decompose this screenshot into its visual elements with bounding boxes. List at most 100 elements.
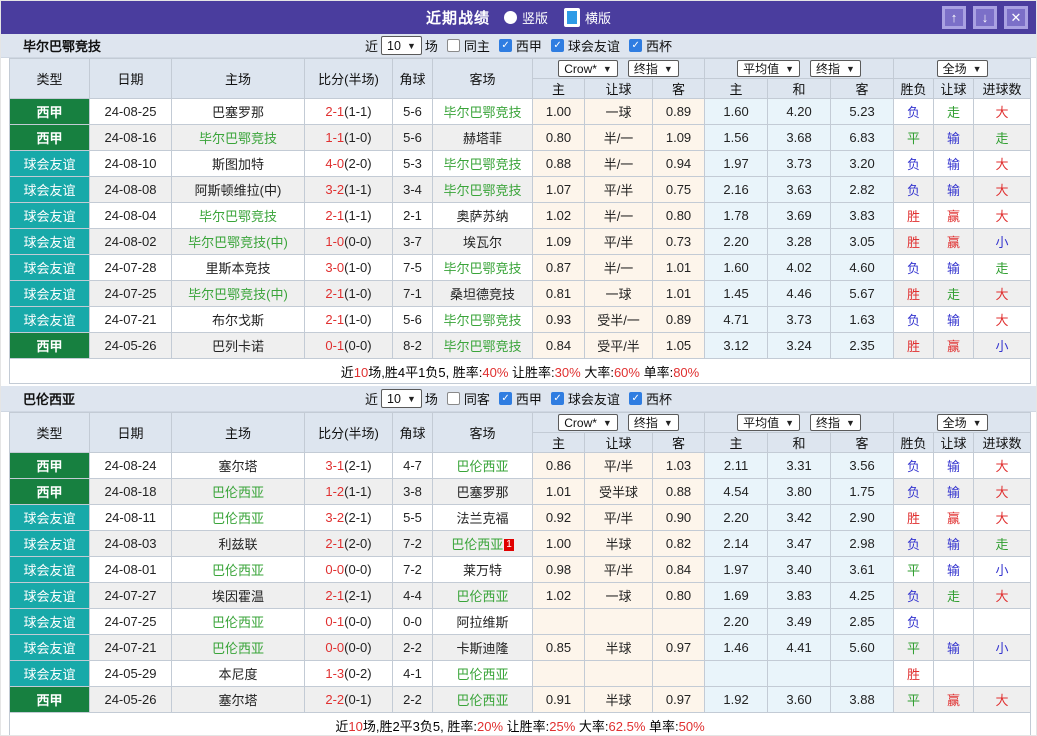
handicap-odds-home: 0.81 bbox=[532, 280, 585, 307]
handicap-odds-away: 0.97 bbox=[651, 634, 706, 661]
goals-result-marker: 大 bbox=[973, 98, 1032, 125]
radio-horizontal-layout[interactable]: 横版 bbox=[564, 8, 611, 27]
away-team: 埃瓦尔 bbox=[432, 228, 533, 255]
result-marker: 平 bbox=[893, 124, 935, 151]
recent-results-panel: 近期战绩 竖版 横版 ↑ ↓ ✕ 毕尔巴鄂竞技 近 10▼ 场 同主 西甲 bbox=[0, 0, 1037, 736]
match-date: 24-07-25 bbox=[89, 608, 172, 635]
avg-odds-draw: 3.68 bbox=[767, 124, 832, 151]
handicap-result-marker bbox=[933, 660, 975, 687]
avg-odds-away: 2.85 bbox=[830, 608, 895, 635]
average-final-select[interactable]: 终指 ▼ bbox=[810, 414, 861, 431]
handicap-line: 一球 bbox=[584, 98, 653, 125]
summary-stat-value: 50% bbox=[678, 718, 705, 734]
col-date: 日期 bbox=[89, 58, 172, 99]
odds-final-select[interactable]: 终指 ▼ bbox=[627, 414, 679, 431]
handicap-odds-away bbox=[651, 660, 706, 687]
home-team: 巴伦西亚 bbox=[171, 504, 305, 531]
away-team: 巴伦西亚 bbox=[432, 452, 533, 479]
average-select[interactable]: 平均值 ▼ bbox=[737, 414, 801, 431]
handicap-odds-home: 0.92 bbox=[532, 504, 585, 531]
scope-select[interactable]: 全场 ▼ bbox=[936, 60, 988, 77]
match-date: 24-08-11 bbox=[89, 504, 172, 531]
odds-company-select[interactable]: Crow* ▼ bbox=[558, 60, 618, 77]
avg-odds-away: 3.61 bbox=[830, 556, 895, 583]
move-down-button[interactable]: ↓ bbox=[973, 6, 997, 29]
avg-odds-home: 1.78 bbox=[704, 202, 769, 229]
match-type-badge: 西甲 bbox=[9, 478, 90, 505]
handicap-result-marker: 输 bbox=[933, 530, 975, 557]
avg-odds-away: 3.88 bbox=[830, 686, 895, 713]
goals-result-marker: 走 bbox=[973, 124, 1032, 151]
match-score: 1-3(0-2) bbox=[304, 660, 393, 687]
average-group-header: 平均值 ▼ 终指 ▼ bbox=[704, 58, 895, 79]
match-date: 24-08-18 bbox=[89, 478, 172, 505]
radio-vertical-layout[interactable]: 竖版 bbox=[503, 8, 548, 27]
match-row: 球会友谊 24-07-25 巴伦西亚 0-1(0-0) 0-0 阿拉维斯 2.20 3.49 2… bbox=[9, 608, 1032, 635]
avg-odds-home: 1.92 bbox=[704, 686, 769, 713]
league-checkbox-laliga[interactable] bbox=[498, 39, 512, 52]
handicap-result-marker: 输 bbox=[933, 306, 975, 333]
corner-count: 7-5 bbox=[392, 254, 433, 281]
match-date: 24-08-25 bbox=[89, 98, 172, 125]
col-avg-away: 客 bbox=[830, 432, 895, 453]
average-select[interactable]: 平均值 ▼ bbox=[737, 60, 801, 77]
odds-final-select[interactable]: 终指 ▼ bbox=[627, 60, 679, 77]
match-type-badge: 球会友谊 bbox=[9, 608, 90, 635]
home-team: 塞尔塔 bbox=[171, 452, 305, 479]
match-count-select[interactable]: 10 ▼ bbox=[381, 36, 422, 55]
league-checkbox-copa[interactable] bbox=[628, 39, 642, 52]
away-team: 奥萨苏纳 bbox=[432, 202, 533, 229]
handicap-result-marker: 赢 bbox=[933, 332, 975, 359]
match-score: 1-1(1-0) bbox=[304, 124, 393, 151]
match-type-badge: 西甲 bbox=[9, 98, 90, 125]
avg-odds-draw bbox=[767, 660, 832, 687]
close-button[interactable]: ✕ bbox=[1004, 6, 1028, 29]
goals-result-marker: 小 bbox=[973, 228, 1032, 255]
team2-summary: 近10场,胜2平3负5, 胜率:20% 让胜率:25% 大率:62.5% 单率:… bbox=[8, 712, 1032, 735]
result-marker: 胜 bbox=[893, 660, 935, 687]
home-team: 巴伦西亚 bbox=[171, 556, 305, 583]
away-team: 毕尔巴鄂竞技 bbox=[432, 332, 533, 359]
league-checkbox-laliga[interactable] bbox=[498, 392, 512, 405]
corner-count: 7-2 bbox=[392, 556, 433, 583]
avg-odds-home: 2.20 bbox=[704, 608, 769, 635]
radio-vertical-label: 竖版 bbox=[521, 11, 548, 26]
match-row: 球会友谊 24-08-03 利兹联 2-1(2-0) 7-2 巴伦西亚 1 1.00 半球 0.8… bbox=[9, 530, 1032, 557]
avg-odds-draw: 3.24 bbox=[767, 332, 832, 359]
average-final-select[interactable]: 终指 ▼ bbox=[810, 60, 861, 77]
away-team: 莱万特 bbox=[432, 556, 533, 583]
avg-odds-home: 2.11 bbox=[704, 452, 769, 479]
avg-odds-home: 1.60 bbox=[704, 98, 769, 125]
match-score: 3-2(2-1) bbox=[304, 504, 393, 531]
handicap-result-marker: 输 bbox=[933, 634, 975, 661]
same-venue-checkbox[interactable] bbox=[446, 392, 460, 405]
match-type-badge: 西甲 bbox=[9, 686, 90, 713]
match-date: 24-07-25 bbox=[89, 280, 172, 307]
avg-odds-draw: 3.42 bbox=[767, 504, 832, 531]
avg-odds-away: 3.56 bbox=[830, 452, 895, 479]
match-date: 24-08-01 bbox=[89, 556, 172, 583]
handicap-odds-home: 0.85 bbox=[532, 634, 585, 661]
handicap-odds-away: 1.01 bbox=[651, 280, 706, 307]
move-up-button[interactable]: ↑ bbox=[942, 6, 966, 29]
home-team: 巴列卡诺 bbox=[171, 332, 305, 359]
same-venue-checkbox[interactable] bbox=[446, 39, 460, 52]
handicap-result-marker: 赢 bbox=[933, 228, 975, 255]
panel-title: 近期战绩 bbox=[425, 10, 490, 27]
league-checkbox-copa[interactable] bbox=[628, 392, 642, 405]
col-home: 主场 bbox=[171, 58, 305, 99]
scope-select[interactable]: 全场 ▼ bbox=[936, 414, 988, 431]
down-arrow-icon: ↓ bbox=[981, 10, 989, 25]
league-label-copa: 西杯 bbox=[645, 392, 672, 407]
avg-odds-away: 2.82 bbox=[830, 176, 895, 203]
league-checkbox-friendly[interactable] bbox=[550, 39, 564, 52]
same-venue-label: 同客 bbox=[463, 392, 490, 407]
odds-company-select[interactable]: Crow* ▼ bbox=[558, 414, 618, 431]
match-count-select[interactable]: 10 ▼ bbox=[381, 389, 422, 408]
handicap-line: 一球 bbox=[584, 280, 653, 307]
home-team: 斯图加特 bbox=[171, 150, 305, 177]
match-row: 球会友谊 24-07-21 布尔戈斯 2-1(1-0) 5-6 毕尔巴鄂竞技 0.93 受半/… bbox=[9, 306, 1032, 333]
home-team: 巴伦西亚 bbox=[171, 634, 305, 661]
league-checkbox-friendly[interactable] bbox=[550, 392, 564, 405]
summary-stat-value: 60% bbox=[613, 364, 640, 380]
